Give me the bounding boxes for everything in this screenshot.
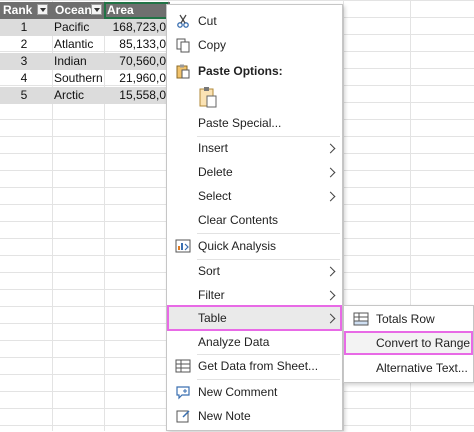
cell-ocean[interactable]: Arctic: [54, 87, 104, 104]
note-icon: [175, 408, 191, 424]
menu-item-cut[interactable]: Cut: [167, 9, 342, 33]
scissors-icon: [175, 13, 191, 29]
chevron-right-icon: [325, 143, 336, 154]
table-data-icon: [175, 358, 191, 374]
submenu-item-label: Convert to Range: [376, 336, 471, 350]
menu-item-label: Table: [198, 311, 227, 325]
cell-rank[interactable]: 5: [0, 87, 48, 104]
menu-item-sort[interactable]: Sort: [167, 259, 342, 283]
menu-item-label: Sort: [198, 264, 221, 278]
menu-item-clear-contents[interactable]: Clear Contents: [167, 208, 342, 232]
menu-item-label: Copy: [198, 38, 227, 52]
submenu-item-label: Totals Row: [376, 312, 435, 326]
cell-area[interactable]: 70,560,0: [104, 53, 166, 70]
menu-item-delete[interactable]: Delete: [167, 160, 342, 184]
menu-item-copy[interactable]: Copy: [167, 33, 342, 57]
filter-dropdown-icon[interactable]: [37, 4, 48, 15]
menu-item-label: Filter: [198, 288, 225, 302]
clipboard-paste-icon: [197, 87, 219, 112]
copy-icon: [175, 37, 191, 53]
menu-item-label: Delete: [198, 165, 233, 179]
chevron-right-icon: [325, 266, 336, 277]
menu-item-label: Clear Contents: [198, 213, 279, 227]
paste-options-heading: Paste Options:: [167, 59, 342, 83]
menu-item-get-data-from-sheet[interactable]: Get Data from Sheet...: [167, 354, 342, 378]
menu-item-label: Get Data from Sheet...: [198, 359, 319, 373]
active-cell-selection: [104, 2, 168, 19]
cell-area[interactable]: 21,960,0: [104, 70, 166, 87]
menu-item-new-comment[interactable]: New Comment: [167, 380, 342, 404]
menu-item-label: Select: [198, 189, 232, 203]
cell-ocean[interactable]: Pacific: [54, 19, 104, 36]
cell-rank[interactable]: 1: [0, 19, 48, 36]
cell-rank[interactable]: 4: [0, 70, 48, 87]
menu-item-label: Analyze Data: [198, 335, 270, 349]
totals-row-icon: [353, 311, 369, 327]
chevron-right-icon: [325, 290, 336, 301]
table-row[interactable]: 2 Atlantic 85,133,0: [0, 36, 170, 53]
submenu-item-totals-row[interactable]: Totals Row: [344, 307, 473, 331]
cell-ocean[interactable]: Indian: [54, 53, 104, 70]
comment-icon: [175, 384, 191, 400]
menu-item-quick-analysis[interactable]: Quick Analysis: [167, 234, 342, 258]
chevron-right-icon: [325, 313, 336, 324]
menu-item-label: Cut: [198, 14, 217, 28]
menu-item-label: Quick Analysis: [198, 239, 277, 253]
chevron-right-icon: [325, 191, 336, 202]
clipboard-icon: [175, 63, 191, 79]
menu-item-select[interactable]: Select: [167, 184, 342, 208]
menu-item-label: Paste Special...: [198, 116, 282, 130]
submenu-item-convert-to-range[interactable]: Convert to Range: [344, 331, 473, 355]
table-row[interactable]: 1 Pacific 168,723,0: [0, 19, 170, 36]
cell-area[interactable]: 168,723,0: [104, 19, 166, 36]
cell-rank[interactable]: 2: [0, 36, 48, 53]
menu-item-label: New Note: [198, 409, 251, 423]
menu-item-label: New Comment: [198, 385, 278, 399]
cell-rank[interactable]: 3: [0, 53, 48, 70]
menu-item-label: Insert: [198, 141, 229, 155]
table-row[interactable]: 3 Indian 70,560,0: [0, 53, 170, 70]
cell-area[interactable]: 85,133,0: [104, 36, 166, 53]
menu-item-paste-special[interactable]: Paste Special...: [167, 111, 342, 135]
cell-area[interactable]: 15,558,0: [104, 87, 166, 104]
chevron-right-icon: [325, 167, 336, 178]
submenu-item-alternative-text[interactable]: Alternative Text...: [344, 356, 473, 380]
submenu-item-label: Alternative Text...: [376, 361, 468, 375]
table-row[interactable]: 4 Southern 21,960,0: [0, 70, 170, 87]
menu-item-analyze-data[interactable]: Analyze Data: [167, 330, 342, 354]
cell-ocean[interactable]: Atlantic: [54, 36, 104, 53]
table-submenu: Totals Row Convert to Range Alternative …: [343, 305, 474, 383]
paste-option-button[interactable]: [197, 85, 221, 109]
table-row[interactable]: 5 Arctic 15,558,0: [0, 87, 170, 104]
menu-item-insert[interactable]: Insert: [167, 136, 342, 160]
cell-ocean[interactable]: Southern: [54, 70, 104, 87]
menu-item-table[interactable]: Table: [167, 305, 342, 331]
filter-dropdown-icon[interactable]: [91, 4, 102, 15]
menu-item-new-note[interactable]: New Note: [167, 404, 342, 428]
quick-analysis-icon: [175, 238, 191, 254]
menu-item-label: Paste Options:: [198, 64, 283, 78]
context-menu: Cut Copy Paste Options: Paste Special...…: [166, 4, 343, 431]
menu-item-filter[interactable]: Filter: [167, 283, 342, 307]
